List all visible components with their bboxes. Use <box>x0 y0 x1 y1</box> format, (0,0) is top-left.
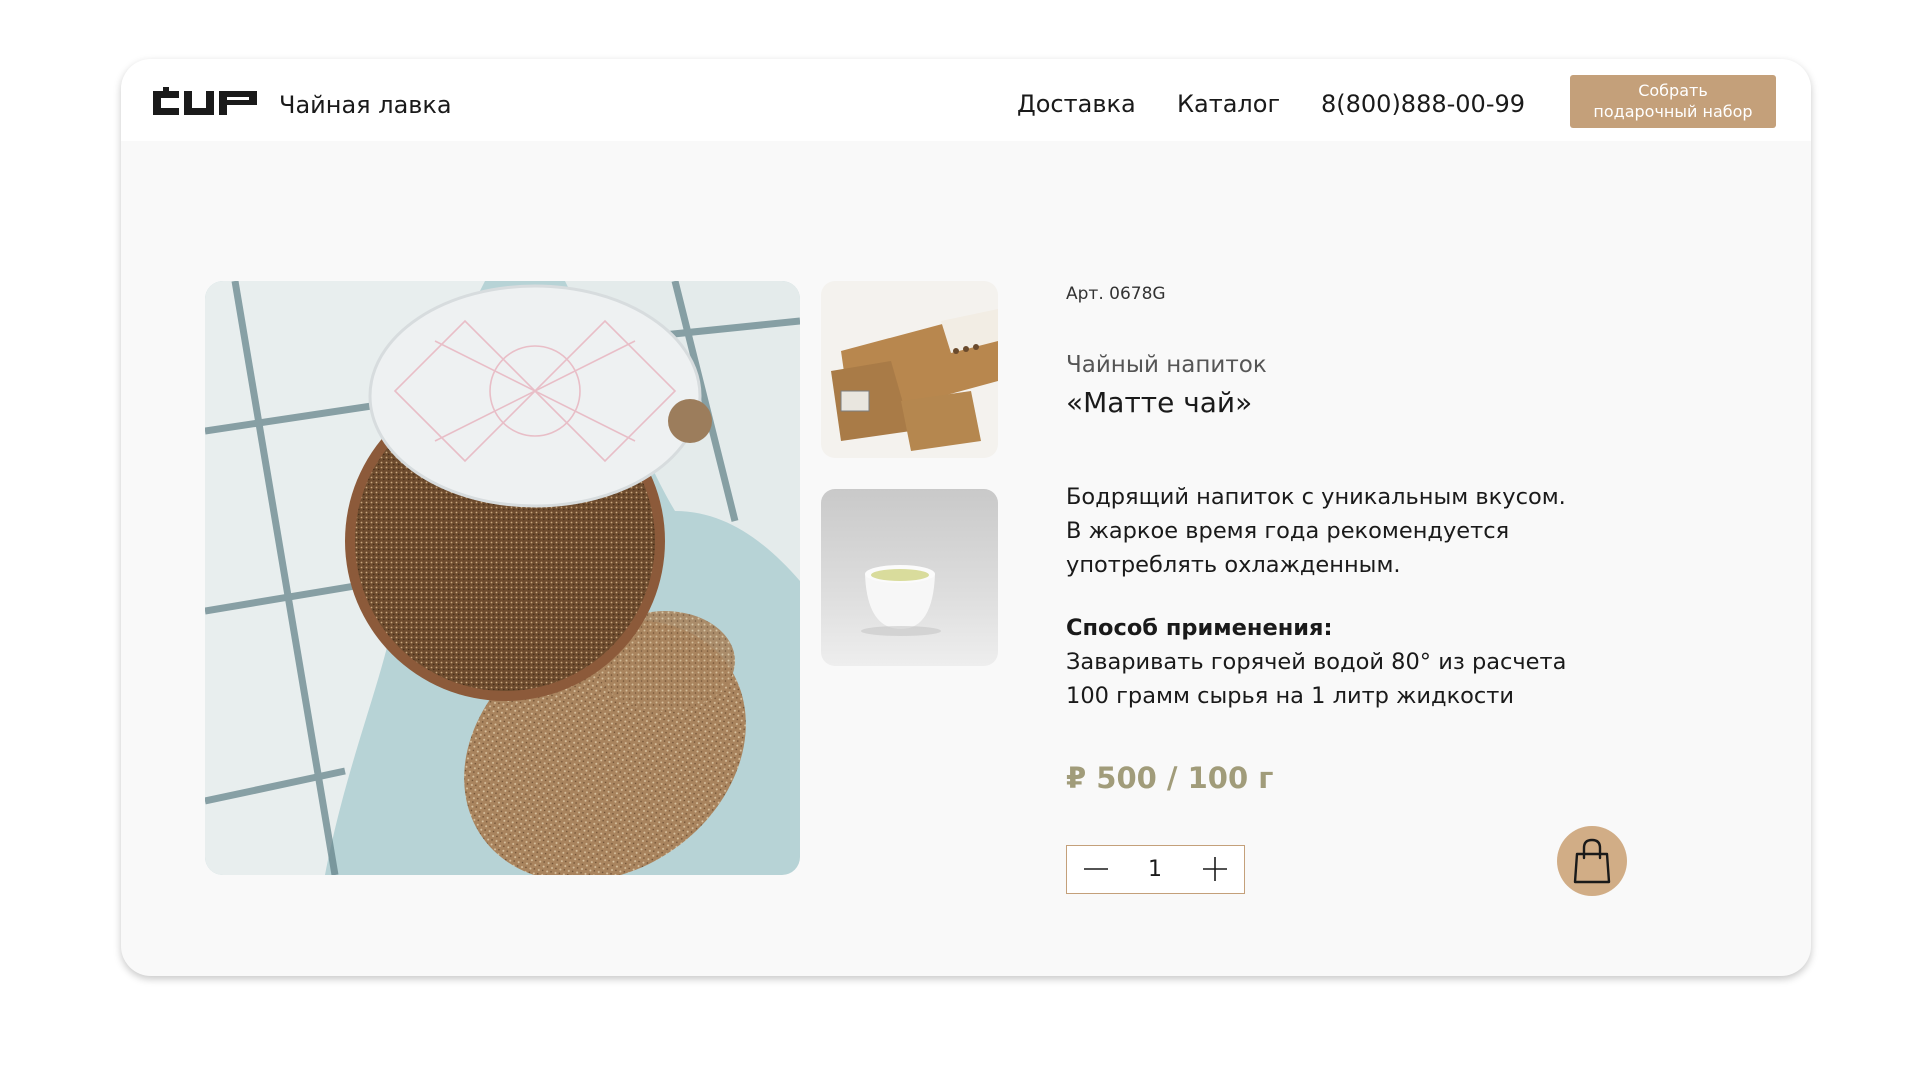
gift-button-line2: подарочный набор <box>1593 102 1753 121</box>
add-to-cart-button[interactable] <box>1557 826 1627 896</box>
gift-button-line1: Собрать <box>1638 81 1708 100</box>
tea-tin-photo-icon <box>205 281 800 875</box>
decrease-quantity-button[interactable] <box>1071 846 1121 892</box>
page-card: Чайная лавка Доставка Каталог 8(800)888-… <box>121 59 1811 976</box>
product-article: Арт. 0678G <box>1066 284 1166 304</box>
usage-line: Заваривать горячей водой 80° из расчета <box>1066 649 1567 675</box>
site-header: Чайная лавка Доставка Каталог 8(800)888-… <box>121 59 1811 141</box>
product-name: «Матте чай» <box>1066 386 1253 419</box>
thumbnail-tea-cup[interactable] <box>821 489 998 666</box>
increase-quantity-button[interactable] <box>1190 846 1240 892</box>
product-type: Чайный напиток <box>1066 352 1267 378</box>
main-product-photo <box>205 281 800 875</box>
nav-catalog-link[interactable]: Каталог <box>1177 90 1280 118</box>
thumbnail-tea-boxes[interactable] <box>821 281 998 458</box>
usage-line: 100 грамм сырья на 1 литр жидкости <box>1066 683 1515 709</box>
tea-boxes-photo-icon <box>821 281 998 458</box>
product-price: ₽ 500 / 100 г <box>1066 761 1274 795</box>
gift-set-button[interactable]: Собрать подарочный набор <box>1570 75 1776 128</box>
tea-cup-photo-icon <box>821 489 998 666</box>
description-line: употреблять охлажденным. <box>1066 552 1401 578</box>
cup-logo[interactable] <box>151 87 261 119</box>
nav-delivery-link[interactable]: Доставка <box>1017 90 1136 118</box>
shop-name: Чайная лавка <box>279 91 452 119</box>
shopping-bag-icon <box>1573 838 1611 884</box>
usage-title: Способ применения: <box>1066 615 1333 641</box>
minus-icon <box>1084 868 1108 870</box>
plus-icon <box>1203 857 1227 881</box>
quantity-stepper: 1 <box>1066 845 1245 894</box>
quantity-value[interactable]: 1 <box>1117 857 1193 882</box>
description-line: В жаркое время года рекомендуется <box>1066 518 1510 544</box>
phone-link[interactable]: 8(800)888-00-99 <box>1321 90 1525 118</box>
description-line: Бодрящий напиток с уникальным вкусом. <box>1066 484 1566 510</box>
